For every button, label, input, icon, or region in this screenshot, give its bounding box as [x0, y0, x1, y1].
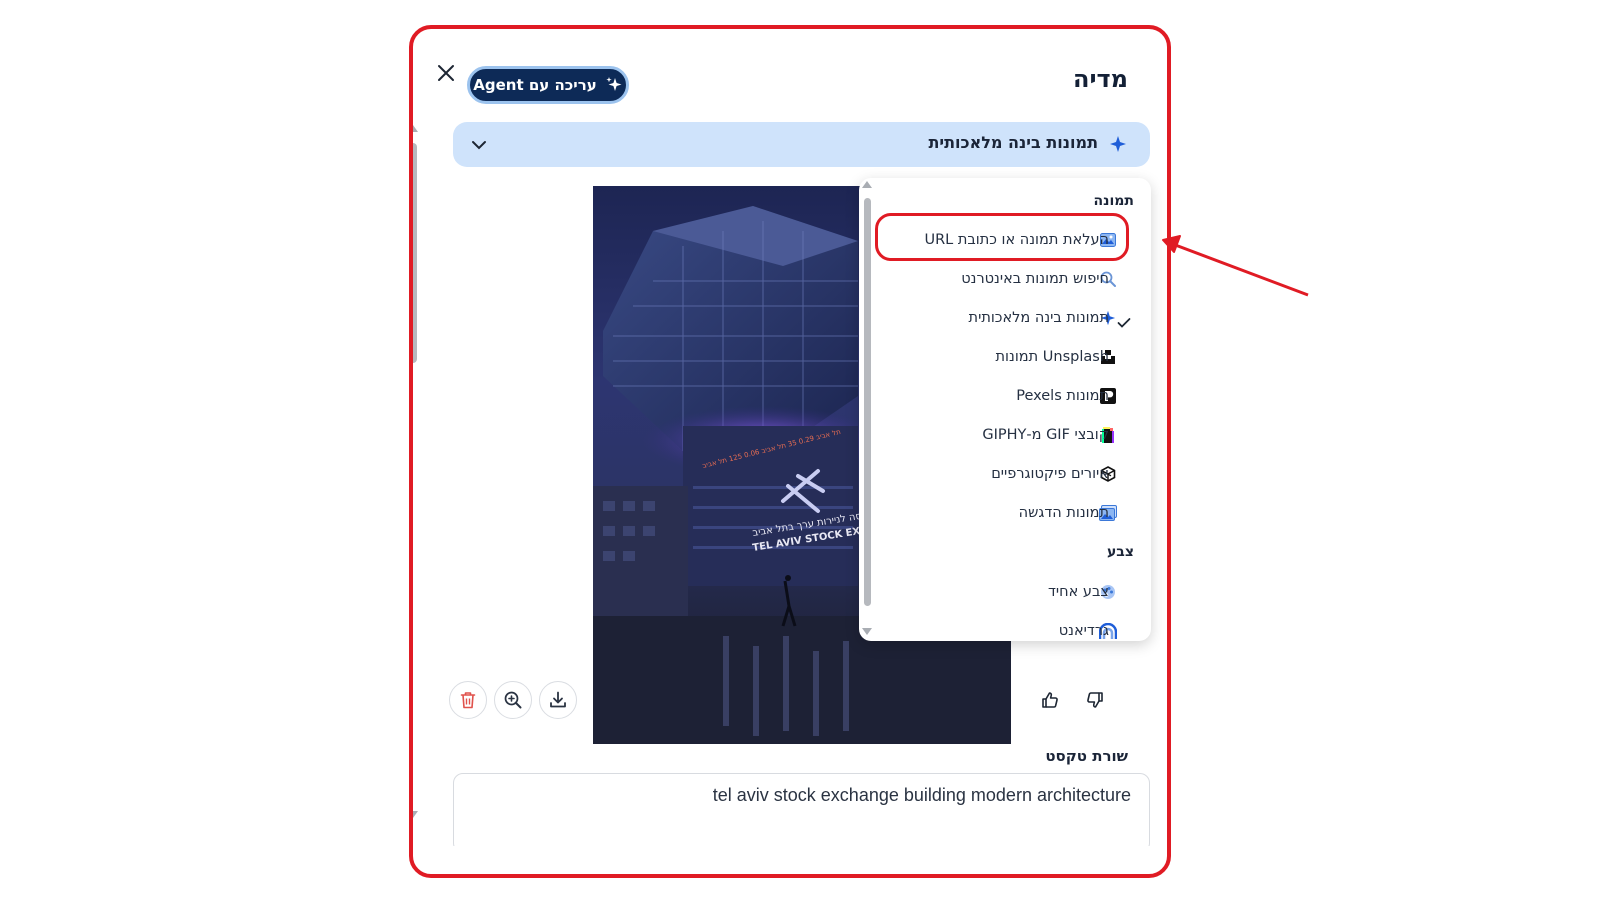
dropdown-item-upload[interactable]: העלאת תמונה או כתובת URL — [924, 227, 1109, 253]
like-button[interactable] — [1037, 687, 1063, 713]
trash-icon — [460, 692, 476, 709]
dropdown-item-giphy[interactable]: קובצי GIF מ-GIPHY — [982, 422, 1109, 448]
thumbs-up-icon — [1042, 692, 1058, 708]
dropdown-item-unsplash[interactable]: Unsplash תמונות — [996, 344, 1109, 370]
dropdown-item-gradient[interactable]: גרדיאנט — [1059, 618, 1109, 641]
dislike-button[interactable] — [1082, 687, 1108, 713]
dropdown-scrollbar-thumb[interactable] — [864, 198, 871, 606]
dropdown-scrollbar[interactable] — [859, 178, 875, 641]
delete-image-button[interactable] — [449, 681, 487, 719]
panel-scrollbar[interactable] — [413, 125, 420, 845]
zoom-in-button[interactable] — [494, 681, 532, 719]
sparkle-icon — [606, 77, 622, 91]
edit-with-agent-button[interactable]: עריכה עם Agent — [467, 66, 629, 104]
scroll-down-arrow[interactable] — [413, 811, 418, 818]
color-section-heading: צבע — [1106, 544, 1134, 560]
dropdown-item-accent-images[interactable]: תמונות הדגשה — [1019, 500, 1109, 526]
selected-source-label: תמונות בינה מלאכותית — [928, 133, 1098, 152]
agent-button-label: עריכה עם Agent — [473, 76, 597, 94]
dropdown-item-solid-color[interactable]: צבע אחיד — [1048, 579, 1109, 605]
dropdown-item-ai-images[interactable]: תמונות בינה מלאכותית — [969, 305, 1109, 331]
dropdown-item-pictograms[interactable]: איורים פיקטוגרפיים — [991, 461, 1109, 487]
image-prompt-value: tel aviv stock exchange building modern … — [712, 785, 1131, 805]
scroll-up-arrow[interactable] — [413, 125, 418, 132]
download-icon — [550, 691, 566, 708]
close-button[interactable] — [433, 60, 459, 86]
download-button[interactable] — [539, 681, 577, 719]
image-prompt-input[interactable]: tel aviv stock exchange building modern … — [453, 773, 1150, 846]
chevron-down-icon — [470, 136, 488, 158]
image-source-dropdown[interactable]: תמונה העלאת תמונה או כתובת URL חיפוש תמו… — [859, 178, 1151, 641]
media-panel: עריכה עם Agent מדיה תמונות בינה מלאכותית — [413, 29, 1165, 846]
dropdown-item-pexels[interactable]: תמונות Pexels — [1016, 383, 1109, 409]
image-source-select[interactable]: תמונות בינה מלאכותית — [453, 122, 1150, 167]
text-field-label: שורת טקסט — [1045, 747, 1128, 765]
panel-title: מדיה — [1072, 65, 1128, 93]
close-icon — [438, 65, 454, 81]
image-section-heading: תמונה — [1093, 193, 1134, 209]
dropdown-scroll-down-arrow[interactable] — [862, 628, 872, 635]
thumbs-down-icon — [1087, 692, 1103, 708]
scrollbar-thumb[interactable] — [413, 143, 417, 363]
zoom-in-icon — [504, 691, 522, 709]
ai-sparkle-icon — [1109, 135, 1127, 157]
checkmark-icon — [1117, 314, 1131, 333]
dropdown-scroll-up-arrow[interactable] — [862, 181, 872, 188]
dropdown-item-web-search[interactable]: חיפוש תמונות באינטרנט — [961, 266, 1109, 292]
